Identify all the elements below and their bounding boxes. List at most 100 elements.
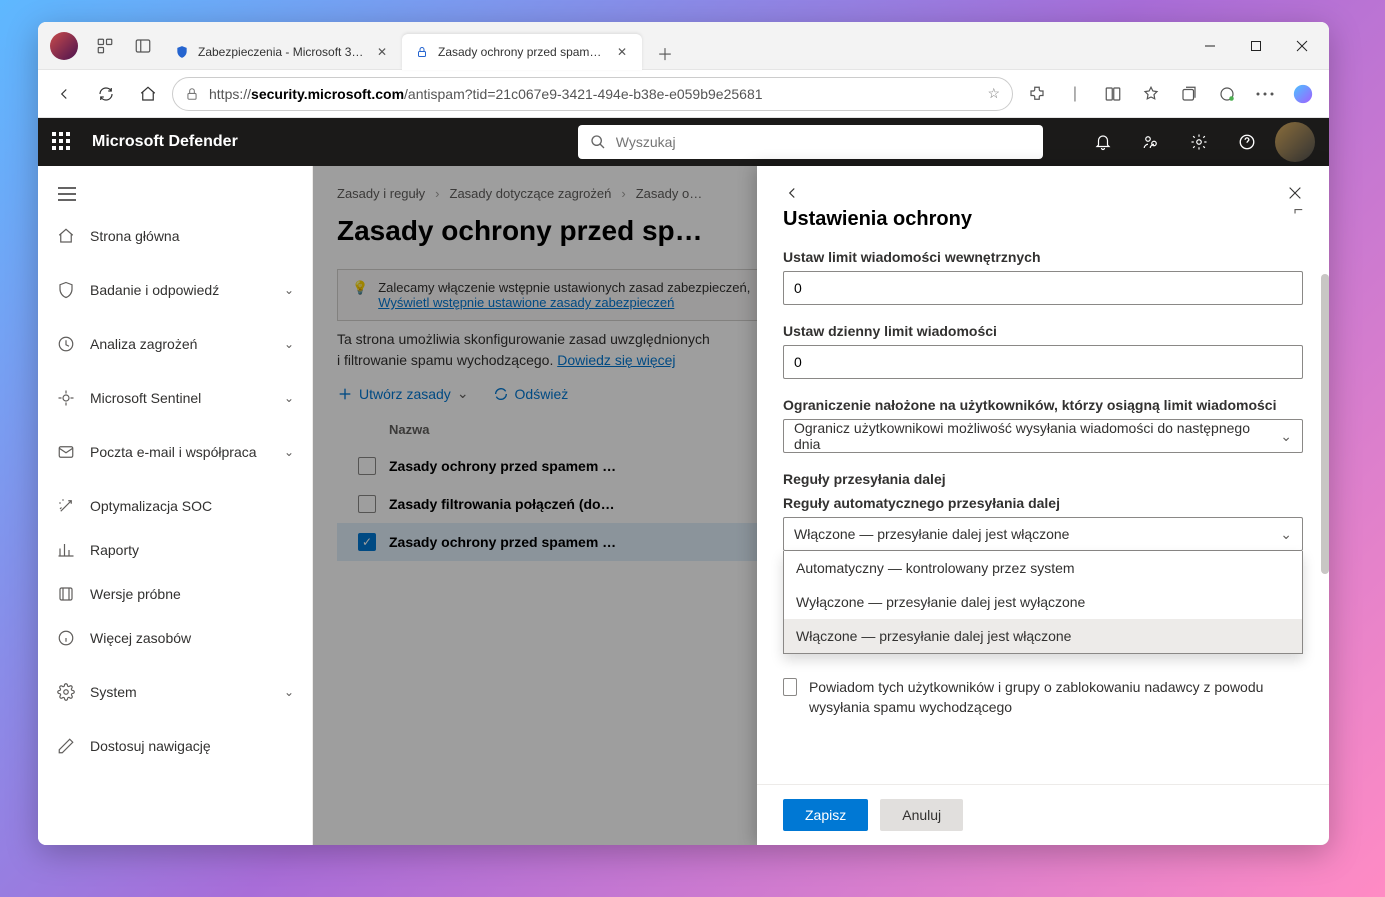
sidebar-item-label: Microsoft Sentinel	[90, 390, 270, 406]
panel-back-button[interactable]	[783, 184, 801, 202]
close-icon[interactable]: ✕	[374, 44, 390, 60]
minimize-button[interactable]	[1187, 22, 1233, 70]
sidebar-item-label: Analiza zagrożeń	[90, 336, 270, 352]
tab-title: Zabezpieczenia - Microsoft 365 —…	[198, 45, 366, 59]
wand-icon	[56, 497, 76, 515]
section-title: Reguły przesyłania dalej	[783, 471, 1303, 487]
split-icon[interactable]	[1095, 76, 1131, 112]
cancel-button[interactable]: Anuluj	[880, 799, 963, 831]
panel-footer: Zapisz Anuluj	[757, 784, 1329, 845]
expand-icon[interactable]: ⌐	[1294, 202, 1303, 220]
app-content: Strona główna Badanie i odpowiedź⌄ Anali…	[38, 166, 1329, 845]
tab-inactive[interactable]: Zabezpieczenia - Microsoft 365 —… ✕	[162, 34, 402, 70]
gear-icon[interactable]	[1179, 122, 1219, 162]
profile-avatar[interactable]	[50, 32, 78, 60]
community-icon[interactable]	[1131, 122, 1171, 162]
extensions-icon[interactable]	[1019, 76, 1055, 112]
search-box[interactable]	[578, 125, 1043, 159]
chevron-down-icon: ⌄	[284, 337, 294, 351]
panel-close-button[interactable]	[1287, 185, 1303, 201]
tab-active[interactable]: Zasady ochrony przed spamem —… ✕	[402, 34, 642, 70]
sidebar-item-customize[interactable]: Dostosuj nawigację	[38, 724, 312, 768]
sidebar-item-label: Więcej zasobów	[90, 630, 294, 646]
close-icon[interactable]: ✕	[614, 44, 630, 60]
save-button[interactable]: Zapisz	[783, 799, 868, 831]
info-icon	[56, 629, 76, 647]
home-button[interactable]	[130, 76, 166, 112]
chevron-down-icon: ⌄	[1280, 428, 1292, 445]
user-avatar[interactable]	[1275, 122, 1315, 162]
sentinel-icon	[56, 389, 76, 407]
reload-button[interactable]	[88, 76, 124, 112]
sidebar-toggle-icon[interactable]	[124, 22, 162, 70]
chevron-down-icon: ⌄	[284, 283, 294, 297]
chevron-down-icon: ⌄	[284, 445, 294, 459]
tab-title: Zasady ochrony przed spamem —…	[438, 45, 606, 59]
trial-icon	[56, 585, 76, 603]
sidebar-item-investigate[interactable]: Badanie i odpowiedź⌄	[38, 268, 312, 312]
sidebar-item-system[interactable]: System ⌄	[38, 670, 312, 714]
sidebar-item-resources[interactable]: Więcej zasobów	[38, 616, 312, 660]
sidebar-item-email[interactable]: Poczta e-mail i współpraca ⌄	[38, 430, 312, 474]
favorites-icon[interactable]	[1133, 76, 1169, 112]
sidebar-item-label: Poczta e-mail i współpraca	[90, 444, 270, 460]
collections-icon[interactable]	[1171, 76, 1207, 112]
panel-title: Ustawienia ochrony	[783, 208, 972, 231]
dropdown-option[interactable]: Włączone — przesyłanie dalej jest włączo…	[784, 619, 1302, 653]
sidebar-item-label: Raporty	[90, 542, 294, 558]
sidebar-item-label: System	[90, 684, 270, 700]
internal-limit-input[interactable]	[783, 271, 1303, 305]
app-name: Microsoft Defender	[92, 133, 238, 151]
back-button[interactable]	[46, 76, 82, 112]
address-field[interactable]: https://security.microsoft.com/antispam?…	[172, 77, 1013, 111]
notifications-icon[interactable]	[1083, 122, 1123, 162]
lock-favicon	[414, 44, 430, 60]
sidebar-item-sentinel[interactable]: Microsoft Sentinel⌄	[38, 376, 312, 420]
restriction-dropdown[interactable]: Ogranicz użytkownikowi możliwość wysyłan…	[783, 419, 1303, 453]
sidebar-item-reports[interactable]: Raporty	[38, 528, 312, 572]
browser-window: Zabezpieczenia - Microsoft 365 —… ✕ Zasa…	[38, 22, 1329, 845]
copilot-icon[interactable]	[1285, 76, 1321, 112]
search-icon	[590, 134, 606, 150]
sidebar-item-threat[interactable]: Analiza zagrożeń ⌄	[38, 322, 312, 366]
lock-icon	[185, 87, 199, 101]
app-launcher-icon[interactable]	[52, 132, 72, 152]
maximize-button[interactable]	[1233, 22, 1279, 70]
titlebar: Zabezpieczenia - Microsoft 365 —… ✕ Zasa…	[38, 22, 1329, 70]
workspaces-icon[interactable]	[86, 22, 124, 70]
chevron-down-icon: ⌄	[1280, 526, 1292, 543]
daily-limit-input[interactable]	[783, 345, 1303, 379]
sidebar-item-label: Optymalizacja SOC	[90, 498, 294, 514]
shield-favicon	[174, 44, 190, 60]
shield-icon	[56, 281, 76, 299]
forwarding-dropdown[interactable]: Włączone — przesyłanie dalej jest włączo…	[783, 517, 1303, 551]
close-button[interactable]	[1279, 22, 1325, 70]
url-text: https://security.microsoft.com/antispam?…	[209, 86, 977, 102]
sidebar-item-soc[interactable]: Optymalizacja SOC	[38, 484, 312, 528]
sidebar-item-label: Dostosuj nawigację	[90, 738, 294, 754]
notify-checkbox[interactable]	[783, 678, 797, 696]
new-tab-button[interactable]: ＋	[648, 36, 682, 70]
mail-icon	[56, 443, 76, 461]
favorite-icon[interactable]: ☆	[987, 85, 1000, 102]
home-icon	[56, 227, 76, 245]
help-icon[interactable]	[1227, 122, 1267, 162]
chart-icon	[56, 541, 76, 559]
dropdown-option[interactable]: Automatyczny — kontrolowany przez system	[784, 551, 1302, 585]
search-input[interactable]	[616, 134, 1031, 150]
sidebar-item-trials[interactable]: Wersje próbne	[38, 572, 312, 616]
pencil-icon	[56, 737, 76, 755]
dropdown-options: Automatyczny — kontrolowany przez system…	[783, 551, 1303, 654]
app-header: Microsoft Defender	[38, 118, 1329, 166]
more-icon[interactable]	[1247, 76, 1283, 112]
settings-panel: Ustawienia ochrony ⌐ Ustaw limit wiadomo…	[757, 166, 1329, 845]
dropdown-option[interactable]: Wyłączone — przesyłanie dalej jest wyłąc…	[784, 585, 1302, 619]
sidebar: Strona główna Badanie i odpowiedź⌄ Anali…	[38, 166, 313, 845]
sidebar-item-home[interactable]: Strona główna	[38, 214, 312, 258]
chevron-down-icon: ⌄	[284, 685, 294, 699]
sync-icon[interactable]	[1209, 76, 1245, 112]
scrollbar[interactable]	[1321, 274, 1329, 574]
hamburger-icon[interactable]	[38, 174, 312, 214]
notify-label: Powiadom tych użytkowników i grupy o zab…	[809, 678, 1303, 717]
gear-icon	[56, 683, 76, 701]
